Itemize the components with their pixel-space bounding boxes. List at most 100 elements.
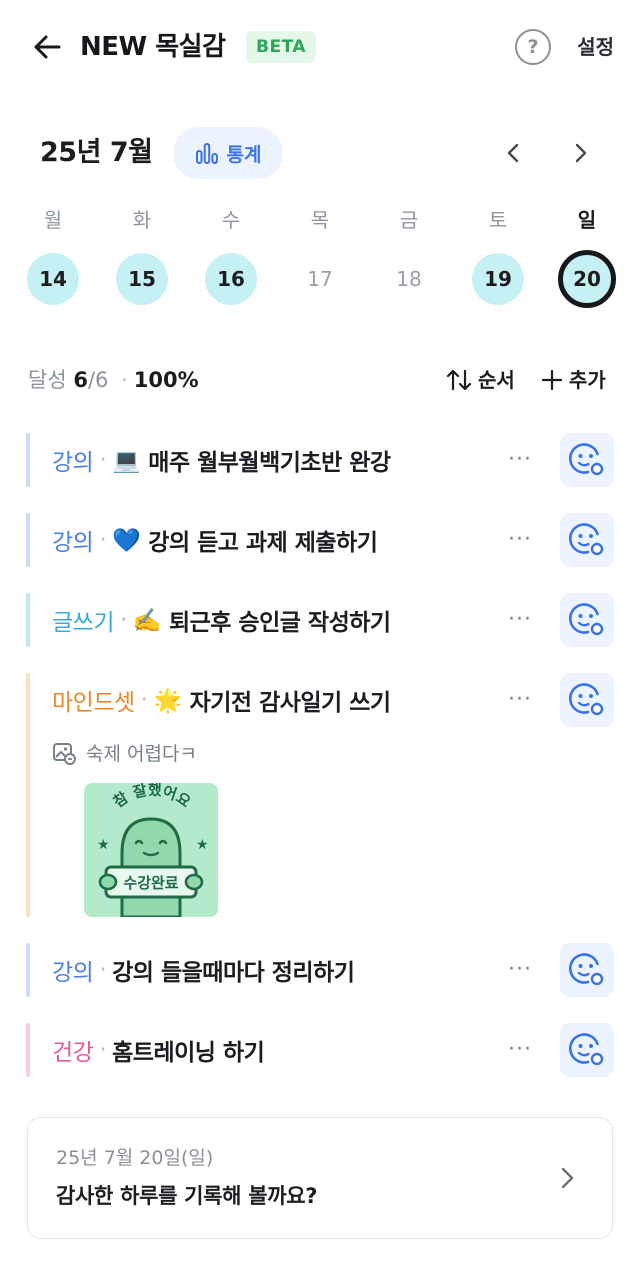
prev-month-button[interactable] <box>497 137 529 169</box>
more-options-button[interactable]: ··· <box>504 604 536 636</box>
stats-button[interactable]: 통계 <box>173 127 283 179</box>
task-item[interactable]: 마인드셋 · 🌟 자기전 감사일기 쓰기 ··· 숙제 어렵다ㅋ 참 잘했어요 ★ ★… <box>26 673 616 917</box>
day-date[interactable]: 18 <box>383 253 435 305</box>
day-date[interactable]: 19 <box>472 253 524 305</box>
smiley-add-icon <box>568 523 604 556</box>
dot-separator: · <box>140 687 148 713</box>
task-text: 퇴근후 승인글 작성하기 <box>168 610 391 636</box>
day-wed: 수 16 <box>201 200 261 305</box>
reaction-button[interactable] <box>560 433 614 487</box>
category-bar <box>26 1023 30 1077</box>
question-icon: ? <box>527 36 539 58</box>
image-memo-icon <box>53 742 76 765</box>
dot-separator: · <box>99 527 107 553</box>
laptop-emoji-icon: 💻 <box>112 447 141 474</box>
month-label: 25년 7월 <box>40 137 153 168</box>
glowing-star-emoji-icon: 🌟 <box>153 687 182 714</box>
task-text: 자기전 감사일기 쓰기 <box>189 690 391 716</box>
sticker-image[interactable]: 참 잘했어요 ★ ★ 수강완료 <box>84 783 218 917</box>
more-options-button[interactable]: ··· <box>504 524 536 556</box>
diary-prompt: 감사한 하루를 기록해 볼까요? <box>56 1184 318 1208</box>
day-date-selected[interactable]: 20 <box>558 250 616 308</box>
task-item[interactable]: 건강 · 홈트레이닝 하기 ··· <box>26 1023 616 1077</box>
chevron-left-icon <box>507 143 519 163</box>
smiley-add-icon <box>568 683 604 716</box>
task-text: 강의 듣고 과제 제출하기 <box>148 530 378 556</box>
task-text: 강의 들을때마다 정리하기 <box>112 960 355 986</box>
day-date[interactable]: 14 <box>27 253 79 305</box>
summary-done: 6 <box>73 368 88 392</box>
category-bar <box>26 943 30 997</box>
summary-total: /6 <box>87 368 109 392</box>
category-bar <box>26 513 30 567</box>
more-options-button[interactable]: ··· <box>504 954 536 986</box>
summary-label: 달성 <box>28 368 67 392</box>
task-category: 강의 <box>52 450 94 476</box>
task-label: 강의 · 강의 들을때마다 정리하기 <box>52 943 355 997</box>
day-name: 금 <box>399 208 419 232</box>
task-label: 마인드셋 · 🌟 자기전 감사일기 쓰기 <box>52 673 391 727</box>
task-item[interactable]: 강의 · 강의 들을때마다 정리하기 ··· <box>26 943 616 997</box>
day-name: 목 <box>310 208 330 232</box>
summary-percent: 100% <box>133 368 199 392</box>
star-icon: ★ <box>97 837 110 853</box>
day-tue: 화 15 <box>112 200 172 305</box>
sort-arrows-icon <box>446 369 472 391</box>
category-bar <box>26 673 30 917</box>
task-category: 강의 <box>52 530 94 556</box>
reaction-button[interactable] <box>560 593 614 647</box>
task-category: 마인드셋 <box>52 690 135 716</box>
day-date[interactable]: 15 <box>116 253 168 305</box>
day-sun: 일 20 <box>557 200 617 308</box>
page-title: NEW 목실감 <box>80 32 226 62</box>
reaction-button[interactable] <box>560 943 614 997</box>
day-name: 월 <box>43 208 63 232</box>
more-options-button[interactable]: ··· <box>504 684 536 716</box>
day-name: 화 <box>132 208 152 232</box>
task-item[interactable]: 글쓰기 · ✍️ 퇴근후 승인글 작성하기 ··· <box>26 593 616 647</box>
summary-row: 달성 6/6 · 100% 순서 추가 <box>0 360 640 400</box>
task-category: 글쓰기 <box>52 610 114 636</box>
day-date[interactable]: 16 <box>205 253 257 305</box>
day-mon: 월 14 <box>23 200 83 305</box>
help-button[interactable]: ? <box>515 29 551 65</box>
smiley-add-icon <box>568 443 604 476</box>
chevron-right-icon <box>552 1163 582 1193</box>
more-options-button[interactable]: ··· <box>504 444 536 476</box>
next-month-button[interactable] <box>565 137 597 169</box>
dot-separator: · <box>99 447 107 473</box>
task-memo: 숙제 어렵다ㅋ <box>52 739 197 766</box>
category-bar <box>26 593 30 647</box>
month-row: 25년 7월 통계 <box>0 125 640 183</box>
task-label: 강의 · 💻 매주 월부월백기초반 완강 <box>52 433 391 487</box>
reaction-button[interactable] <box>560 1023 614 1077</box>
day-name: 토 <box>488 208 508 232</box>
gratitude-diary-card[interactable]: 25년 7월 20일(일) 감사한 하루를 기록해 볼까요? <box>27 1117 613 1239</box>
day-fri: 금 18 <box>379 200 439 305</box>
task-label: 건강 · 홈트레이닝 하기 <box>52 1023 265 1077</box>
writing-hand-emoji-icon: ✍️ <box>132 607 162 634</box>
day-date[interactable]: 17 <box>294 253 346 305</box>
reaction-button[interactable] <box>560 513 614 567</box>
sticker-arc-text: 참 잘했어요 <box>110 783 194 811</box>
star-icon: ★ <box>196 837 209 853</box>
blue-heart-emoji-icon: 💙 <box>112 527 141 554</box>
task-item[interactable]: 강의 · 💻 매주 월부월백기초반 완강 ··· <box>26 433 616 487</box>
day-sat: 토 19 <box>468 200 528 305</box>
task-label: 강의 · 💙 강의 듣고 과제 제출하기 <box>52 513 378 567</box>
order-button[interactable]: 순서 <box>446 364 515 396</box>
smiley-add-icon <box>568 1033 604 1066</box>
more-options-button[interactable]: ··· <box>504 1034 536 1066</box>
bar-chart-icon <box>195 143 218 164</box>
task-label: 글쓰기 · ✍️ 퇴근후 승인글 작성하기 <box>52 593 391 647</box>
task-text: 홈트레이닝 하기 <box>112 1040 265 1066</box>
add-button[interactable]: 추가 <box>541 364 606 396</box>
task-item[interactable]: 강의 · 💙 강의 듣고 과제 제출하기 ··· <box>26 513 616 567</box>
summary-separator: · <box>121 368 128 392</box>
reaction-button[interactable] <box>560 673 614 727</box>
back-button[interactable] <box>28 28 66 66</box>
day-name: 일 <box>577 208 597 232</box>
memo-text: 숙제 어렵다ㅋ <box>86 743 197 765</box>
settings-button[interactable]: 설정 <box>577 30 614 64</box>
svg-text:참 잘했어요: 참 잘했어요 <box>110 783 194 811</box>
